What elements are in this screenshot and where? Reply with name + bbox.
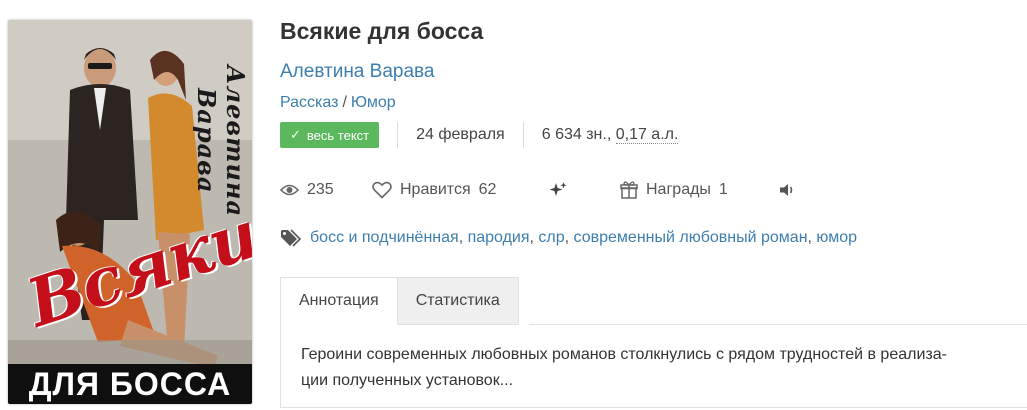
tab-annotation[interactable]: Аннотация: [280, 277, 398, 325]
check-icon: ✓: [290, 127, 301, 142]
tags-list: босс и подчинённая, пародия, слр, соврем…: [310, 229, 858, 246]
awards-button[interactable]: Награды 1: [620, 181, 778, 199]
annotation-line-1: Героини современных любовных романов сто…: [301, 346, 947, 363]
awards-label: Награды: [646, 181, 711, 198]
text-size-chars: 6 634 зн.,: [541, 126, 616, 143]
cover-subtitle-text: ДЛЯ БОССА: [8, 364, 252, 404]
tag-link[interactable]: пародия: [468, 229, 530, 246]
divider: [522, 122, 524, 148]
stats-row: 235 Нравится 62 Награды 1: [280, 176, 796, 204]
tags-row: босс и подчинённая, пародия, слр, соврем…: [280, 228, 857, 248]
annotation-text: Героини современных любовных романов сто…: [301, 342, 1021, 394]
eye-icon: [280, 184, 299, 196]
genre-separator: /: [342, 94, 347, 111]
views-count: 235: [307, 181, 334, 198]
tag-link[interactable]: юмор: [816, 229, 857, 246]
tag-link[interactable]: босс и подчинённая: [310, 229, 459, 246]
genres: Рассказ / Юмор: [280, 94, 396, 112]
genre-link-story[interactable]: Рассказ: [280, 94, 338, 111]
author-link[interactable]: Алевтина Варава: [280, 61, 434, 83]
publish-date: 24 февраля: [416, 126, 505, 143]
gift-icon: [620, 181, 638, 199]
sparkles-icon: [549, 182, 567, 196]
genre-link-humor[interactable]: Юмор: [351, 94, 396, 111]
divider: [397, 122, 399, 148]
tab-statistics[interactable]: Статистика: [397, 277, 519, 325]
awards-count: 1: [718, 181, 728, 198]
views-stat: 235: [280, 181, 372, 199]
tabs: Аннотация Статистика: [280, 277, 519, 325]
audio-button[interactable]: [778, 182, 796, 198]
like-button[interactable]: Нравится 62: [372, 181, 548, 199]
annotation-panel: Героини современных любовных романов сто…: [280, 324, 1027, 408]
full-text-badge: ✓ весь текст: [280, 122, 380, 148]
tag-link[interactable]: слр: [538, 229, 564, 246]
text-size: 6 634 зн., 0,17 а.л.: [542, 126, 679, 144]
tag-link[interactable]: современный любовный роман: [574, 229, 808, 246]
likes-label: Нравится: [400, 181, 471, 198]
annotation-line-2: ции полученных установок...: [301, 372, 514, 389]
likes-count: 62: [478, 181, 497, 198]
full-text-badge-label: весь текст: [306, 127, 370, 143]
tags-icon: [281, 229, 302, 247]
heart-icon: [372, 181, 392, 199]
recommend-button[interactable]: [548, 181, 620, 199]
speaker-icon: [780, 184, 793, 196]
book-cover[interactable]: Алевтина Варава Всякие ДЛЯ БОССА: [8, 20, 252, 404]
book-title: Всякие для босса: [280, 18, 484, 44]
text-size-al: 0,17 а.л.: [615, 126, 679, 144]
meta-row: ✓ весь текст 24 февраля 6 634 зн., 0,17 …: [280, 121, 679, 149]
